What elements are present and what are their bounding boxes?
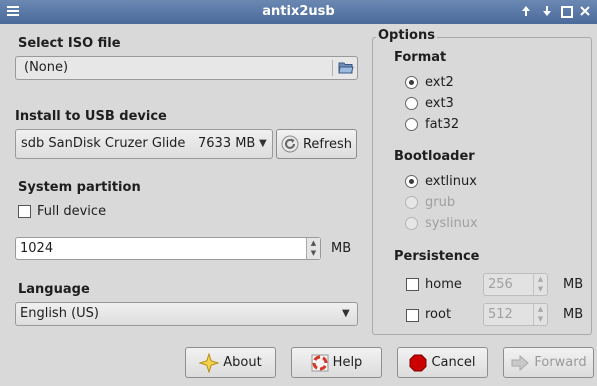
format-ext2-label: ext2 — [425, 75, 454, 90]
shade-up-icon[interactable] — [518, 3, 534, 19]
persistence-home-spinner: ▲ ▼ — [533, 274, 547, 295]
persistence-root-checkbox[interactable] — [406, 309, 419, 322]
select-iso-heading: Select ISO file — [18, 36, 121, 51]
refresh-label: Refresh — [302, 136, 353, 152]
persistence-root-unit: MB — [563, 307, 584, 322]
dropdown-arrow-icon: ▼ — [259, 138, 267, 149]
antix2usb-window: antix2usb Select ISO file (None) Install… — [0, 0, 597, 386]
cancel-button[interactable]: Cancel — [397, 347, 488, 378]
about-label: About — [223, 355, 262, 370]
language-heading: Language — [18, 282, 90, 297]
persistence-root-label: root — [425, 307, 452, 322]
format-fat32-label: fat32 — [425, 117, 460, 132]
titlebar: antix2usb — [0, 0, 597, 24]
help-lifebuoy-icon — [311, 354, 329, 372]
usb-device-select[interactable]: sdb SanDisk Cruzer Glide 7633 MB ▼ — [15, 129, 273, 159]
full-device-label: Full device — [37, 204, 107, 219]
partition-size-unit: MB — [331, 241, 352, 256]
bootloader-heading: Bootloader — [394, 149, 475, 164]
format-fat32-radio[interactable] — [405, 118, 418, 131]
iso-file-chooser[interactable]: (None) — [15, 56, 358, 80]
bootloader-syslinux-radio — [405, 217, 418, 230]
persistence-root-size-field: 512 ▲ ▼ — [483, 303, 548, 326]
minimize-icon[interactable] — [539, 3, 555, 19]
persistence-home-size-field: 256 ▲ ▼ — [483, 273, 548, 296]
persistence-heading: Persistence — [394, 249, 480, 264]
partition-size-spinner[interactable]: ▲ ▼ — [306, 238, 320, 259]
language-dropdown-arrow-icon: ▼ — [342, 308, 350, 319]
persistence-home-size: 256 — [488, 277, 513, 292]
maximize-icon[interactable] — [558, 3, 574, 19]
help-button[interactable]: Help — [291, 347, 382, 378]
refresh-button[interactable]: Refresh — [276, 129, 357, 159]
about-button[interactable]: About — [185, 347, 276, 378]
format-ext2-radio[interactable] — [405, 76, 418, 89]
format-ext3-label: ext3 — [425, 96, 454, 111]
options-heading: Options — [376, 28, 437, 43]
format-ext3-radio[interactable] — [405, 97, 418, 110]
partition-size-field[interactable]: 1024 ▲ ▼ — [15, 237, 321, 260]
forward-arrow-icon — [510, 354, 530, 372]
bootloader-grub-radio — [405, 196, 418, 209]
format-heading: Format — [394, 50, 447, 65]
partition-size-value: 1024 — [20, 241, 54, 256]
full-device-checkbox[interactable] — [18, 205, 31, 218]
cancel-stop-icon — [409, 354, 427, 372]
persistence-root-size: 512 — [488, 307, 513, 322]
usb-device-size: 7633 MB — [198, 136, 256, 151]
persistence-home-label: home — [425, 277, 462, 292]
bootloader-syslinux-label: syslinux — [425, 216, 478, 231]
help-label: Help — [332, 355, 363, 370]
language-selected: English (US) — [20, 306, 99, 321]
iso-file-value: (None) — [24, 60, 69, 75]
folder-open-icon[interactable] — [338, 61, 354, 75]
persistence-home-unit: MB — [563, 277, 584, 292]
usb-device-heading: Install to USB device — [15, 109, 167, 124]
system-partition-heading: System partition — [18, 180, 141, 195]
usb-device-name: sdb SanDisk Cruzer Glide — [21, 136, 186, 151]
bootloader-extlinux-label: extlinux — [425, 174, 477, 189]
persistence-home-checkbox[interactable] — [406, 278, 419, 291]
close-icon[interactable] — [577, 3, 593, 19]
language-select[interactable]: English (US) ▼ — [15, 302, 358, 326]
refresh-icon — [281, 135, 299, 153]
bootloader-grub-label: grub — [425, 195, 456, 210]
bootloader-extlinux-radio[interactable] — [405, 175, 418, 188]
cancel-label: Cancel — [431, 355, 476, 370]
window-title: antix2usb — [262, 4, 335, 19]
iso-separator — [332, 60, 333, 76]
persistence-root-spinner: ▲ ▼ — [533, 304, 547, 325]
forward-button[interactable]: Forward — [503, 347, 594, 378]
forward-label: Forward — [534, 355, 587, 370]
about-star-icon — [199, 352, 220, 373]
